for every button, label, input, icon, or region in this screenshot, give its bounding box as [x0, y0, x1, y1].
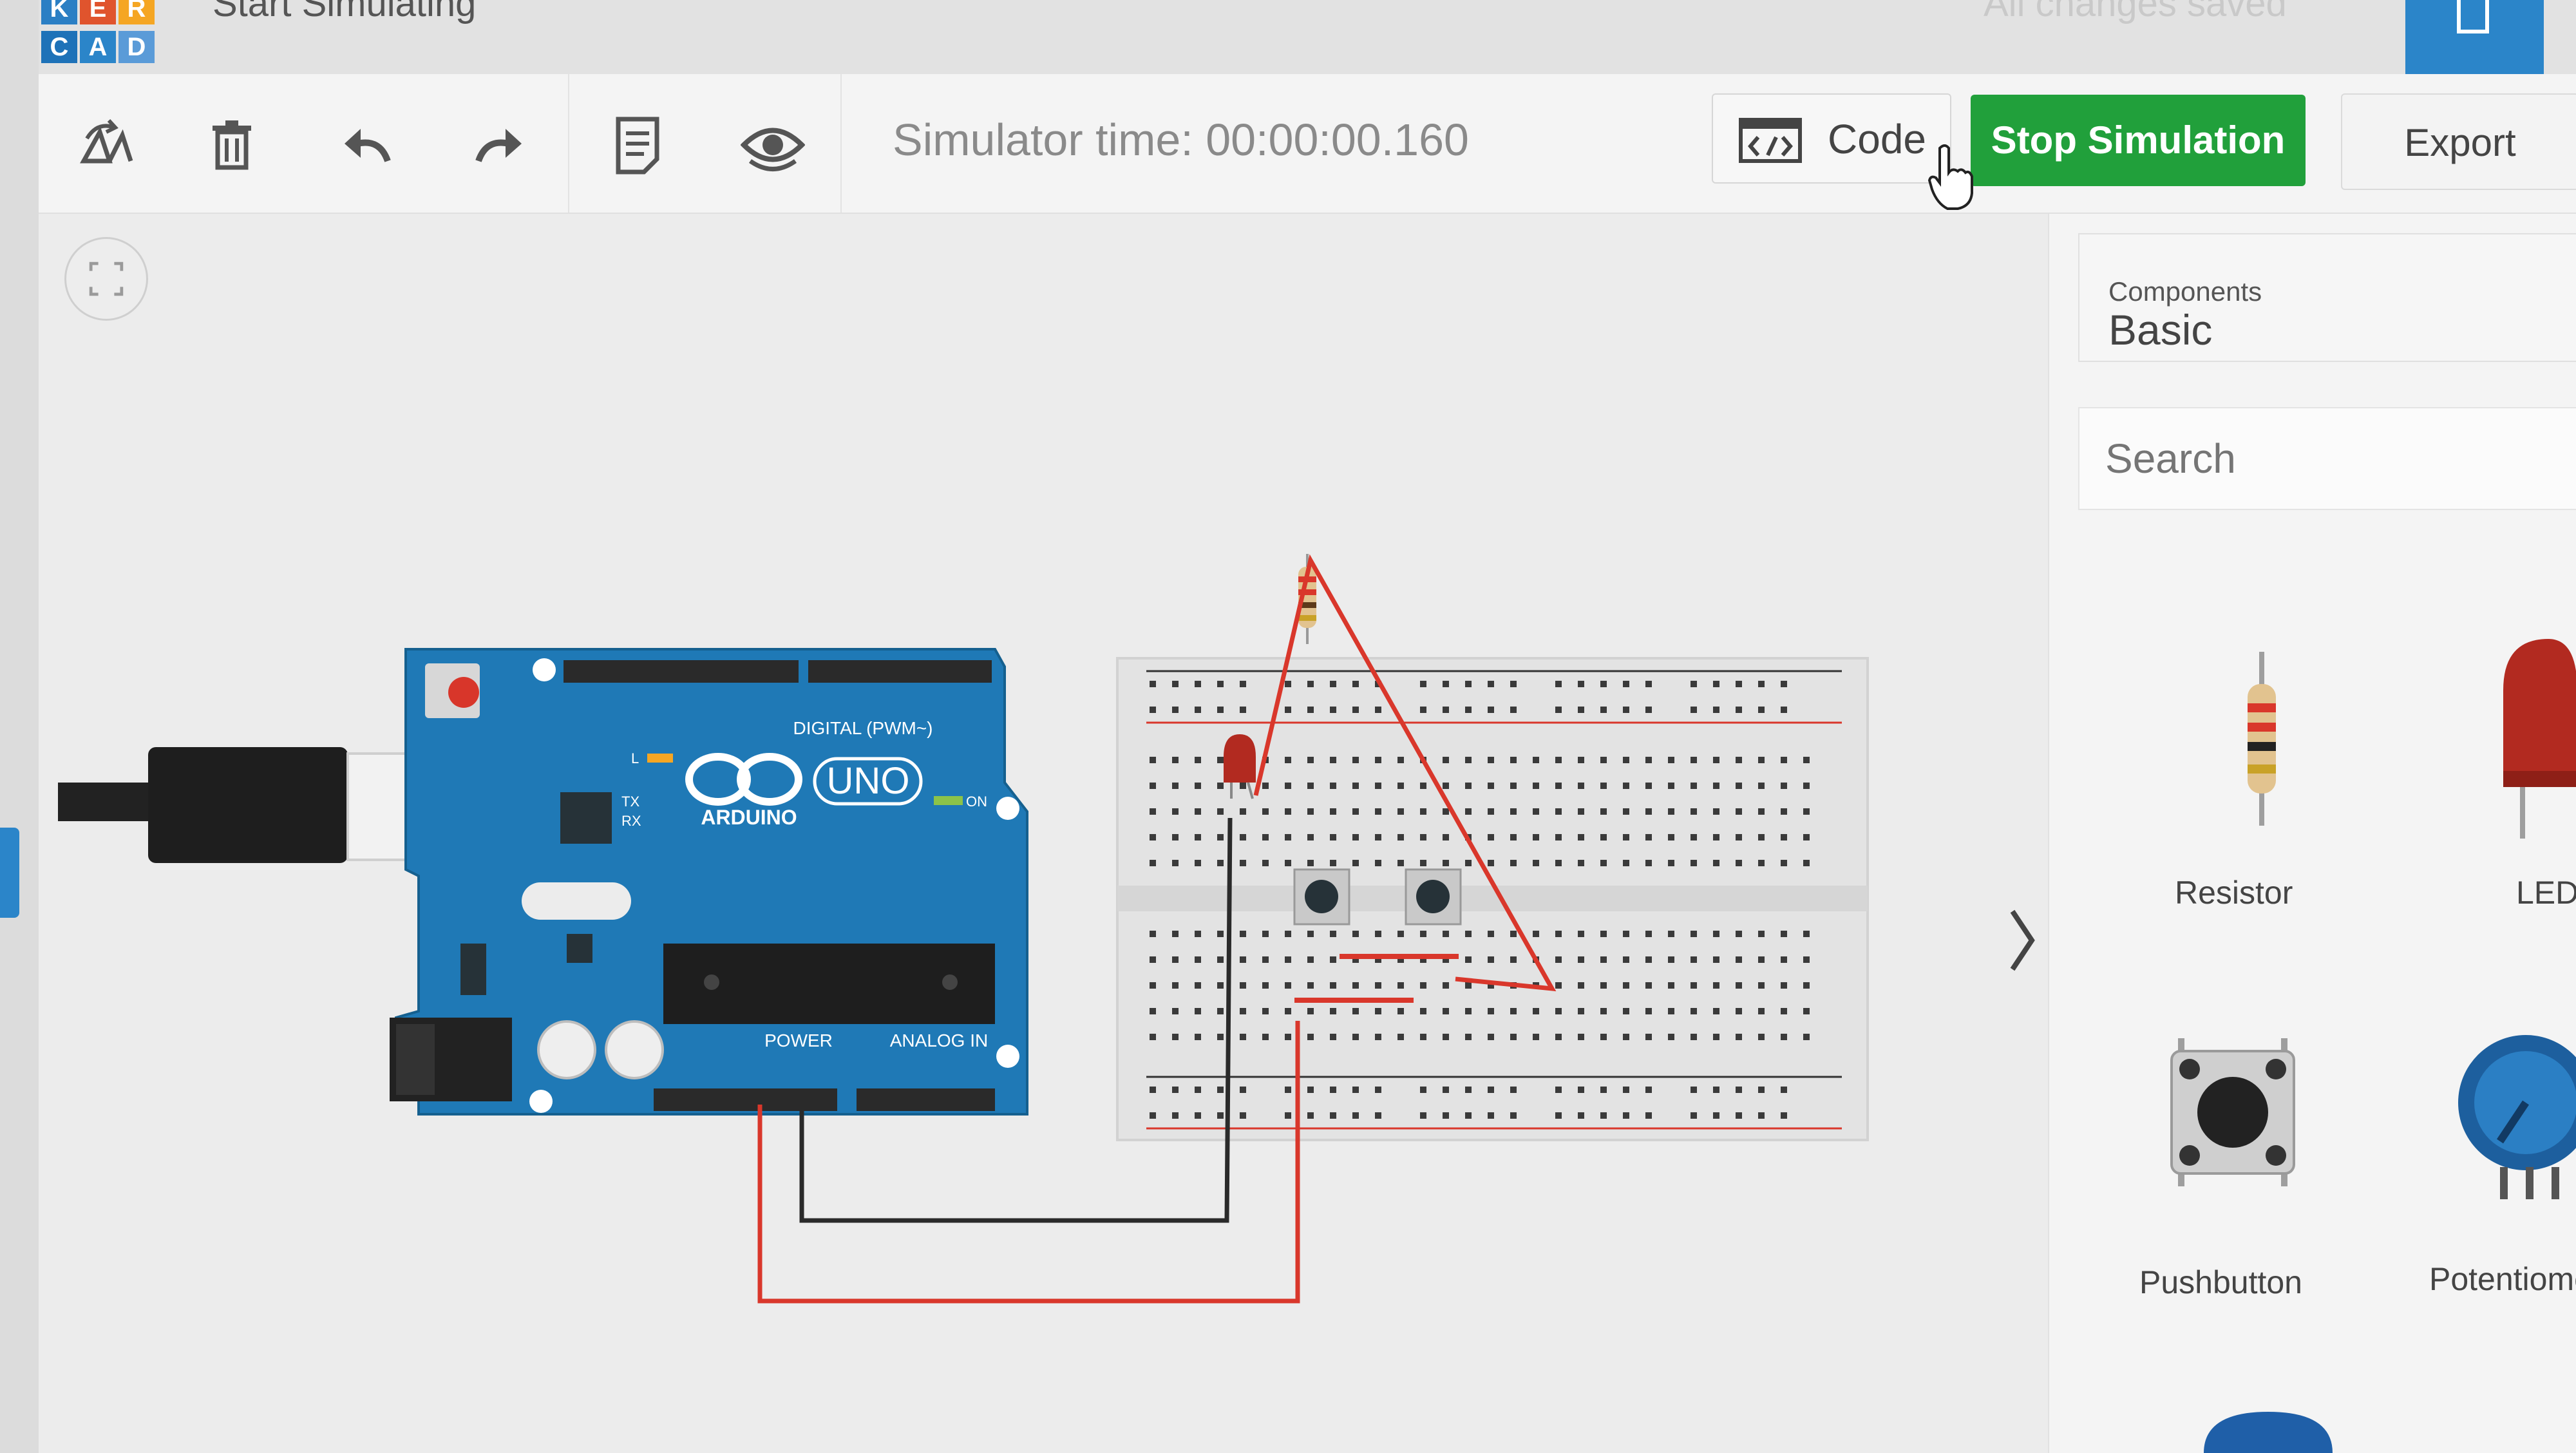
component-search-input[interactable]	[2078, 407, 2576, 510]
led-component-icon[interactable]	[2503, 632, 2576, 839]
view-icon	[2457, 0, 2489, 33]
power-pins-label: POWER	[764, 1030, 833, 1050]
led-label: LED	[2516, 875, 2576, 911]
resistor-label: Resistor	[2175, 875, 2293, 911]
category-value: Basic	[2108, 306, 2213, 354]
circuit-diagram: UNO ARDUINO DIGITAL (PWM~) POWER ANALOG …	[58, 554, 1869, 1304]
tx-led-label: TX	[621, 793, 639, 810]
next-component-icon[interactable]	[2204, 1412, 2333, 1453]
pushbutton-component-icon[interactable]	[2165, 1038, 2300, 1186]
arduino-uno-board[interactable]: UNO ARDUINO DIGITAL (PWM~) POWER ANALOG …	[390, 648, 1028, 1116]
potentiometer-label: Potentiometer	[2429, 1261, 2576, 1297]
pushbutton-label: Pushbutton	[2139, 1264, 2302, 1300]
analog-pins-label: ANALOG IN	[890, 1030, 988, 1050]
components-panel: Components Basic Resistor LED Pushbutton	[2048, 214, 2576, 1453]
export-button[interactable]: Export	[2341, 93, 2576, 190]
header-view-toggle[interactable]	[2405, 0, 2544, 77]
potentiometer-component-icon[interactable]	[2455, 1032, 2576, 1199]
board-model-label: UNO	[827, 760, 910, 802]
category-caption: Components	[2108, 276, 2262, 307]
rx-led-label: RX	[621, 813, 641, 829]
board-brand-label: ARDUINO	[701, 806, 797, 829]
digital-pins-label: DIGITAL (PWM~)	[793, 718, 933, 738]
on-led-label: ON	[966, 793, 987, 810]
collapse-panel-icon[interactable]	[2003, 905, 2041, 976]
component-category-select[interactable]: Components Basic	[2078, 233, 2576, 362]
l-led-label: L	[631, 750, 639, 766]
resistor-component-icon[interactable]	[2223, 652, 2300, 826]
